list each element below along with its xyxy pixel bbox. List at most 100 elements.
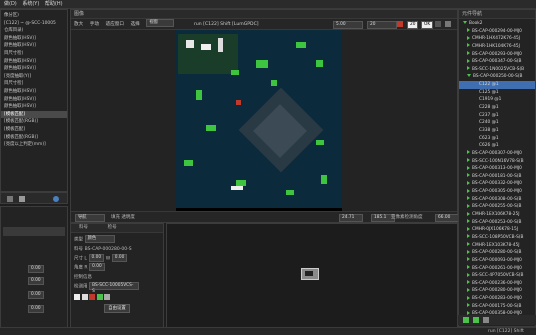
expand-arrow-icon[interactable]	[467, 188, 470, 193]
component-group[interactable]: CMHR-1EX106K78-25J	[459, 211, 535, 219]
expand-arrow-icon[interactable]	[467, 226, 470, 231]
component-group[interactable]: BS-SCC-1N0025VCB-S(B	[459, 66, 535, 74]
component-instance[interactable]: C623 @1	[459, 135, 535, 143]
left-tree-item[interactable]: 颜色抽取(HSV)]	[1, 96, 67, 104]
component-group[interactable]: CMHR-1HX472K76-45J	[459, 35, 535, 43]
component-group[interactable]: BS-CAP-000294-00-MJ0	[459, 28, 535, 36]
expand-arrow-icon[interactable]	[467, 295, 470, 300]
display-toggle-2[interactable]	[445, 21, 451, 27]
ok-icon[interactable]	[53, 196, 59, 202]
toolbar-box-2[interactable]: OK	[421, 21, 434, 29]
component-group[interactable]: BS-CAP-000255-00-S(B	[459, 203, 535, 211]
component-group[interactable]: BS-CAP-000250-00-S(B	[459, 73, 535, 81]
component-group[interactable]: BS-CAP-000175-00-S(B	[459, 303, 535, 311]
component-group[interactable]: BS-CAP-000280-00-S(B	[459, 249, 535, 257]
expand-arrow-icon[interactable]	[467, 303, 470, 308]
expand-arrow-icon[interactable]	[467, 51, 470, 56]
component-group[interactable]: CMHR-1EX103K78-45J	[459, 242, 535, 250]
component-group[interactable]: BS-CAP-000332-00-MJ0	[459, 180, 535, 188]
expand-arrow-icon[interactable]	[467, 242, 470, 247]
expand-arrow-icon[interactable]	[467, 280, 470, 285]
collapse-icon[interactable]	[473, 317, 479, 323]
component-group[interactable]: BS-CAP-000307-00-MJ0	[459, 150, 535, 158]
move-button[interactable]: 手动	[90, 20, 99, 30]
expand-arrow-icon[interactable]	[467, 203, 470, 208]
component-group[interactable]: BS-CAP-000236-00-MJ0	[459, 280, 535, 288]
left-tree-item[interactable]: 颜色抽取(HSV)]	[1, 103, 67, 111]
component-group[interactable]: BS-SCC-100N16V78-S(B	[459, 158, 535, 166]
color-icon-1[interactable]	[81, 293, 88, 300]
left-tree-item[interactable]: [模板匹配(RGB)]	[1, 134, 67, 142]
component-instance[interactable]: C228 @1	[459, 104, 535, 112]
expand-arrow-icon[interactable]	[467, 58, 470, 63]
type-select[interactable]: 颜色	[84, 235, 115, 243]
expand-arrow-icon[interactable]	[467, 28, 470, 33]
display-toggle-1[interactable]	[435, 21, 441, 27]
select-button[interactable]: 选择	[131, 20, 140, 30]
left-tree-item[interactable]: 颜色抽取(HSV)]	[1, 88, 67, 96]
param-value-b[interactable]: 0.00	[28, 277, 44, 285]
param-value-a[interactable]: 0.00	[28, 265, 44, 273]
component-group[interactable]: CMHR-1HK104K76-45J	[459, 43, 535, 51]
filter-icon[interactable]	[483, 317, 489, 323]
size-l-field[interactable]: 0.00	[88, 253, 105, 262]
view-mode-select[interactable]: 视窗	[146, 19, 175, 27]
left-tree-item[interactable]: 颜色抽取(HSV)]	[1, 35, 67, 43]
component-instance[interactable]: C125 @1	[459, 89, 535, 97]
angle-r-field[interactable]: 0.00	[89, 263, 105, 271]
expand-arrow-icon[interactable]	[467, 66, 470, 71]
expand-arrow-icon[interactable]	[467, 265, 470, 269]
component-instance[interactable]: C1919 @1	[459, 96, 535, 104]
left-tree-item[interactable]: 目尺寸检)	[1, 50, 67, 58]
expand-arrow-icon[interactable]	[467, 287, 470, 292]
tab-check[interactable]: 检号	[108, 225, 117, 230]
left-tree-item[interactable]: [模板匹配(RGB)]	[1, 118, 67, 126]
component-instance[interactable]: C240 @1	[459, 119, 535, 127]
component-group[interactable]: CMHR-0JX106K78-15J	[459, 226, 535, 234]
expand-arrow-icon[interactable]	[467, 158, 470, 163]
color-icon-2[interactable]	[96, 293, 103, 300]
component-group[interactable]: BS-CAP-000283-00-MJ0	[459, 295, 535, 303]
expand-arrow-icon[interactable]	[467, 257, 470, 262]
menu-system[interactable]: 系统(Y)	[22, 0, 39, 9]
tab-part[interactable]: 料号	[79, 225, 88, 230]
tree-root[interactable]: Book2	[459, 20, 535, 28]
size-w-field[interactable]: 0.00	[111, 253, 128, 262]
menu-edit[interactable]: 做(D)	[4, 0, 17, 9]
expand-arrow-icon[interactable]	[467, 43, 470, 48]
param-value-c[interactable]: 0.00	[28, 291, 44, 299]
fit-window-button[interactable]: 适应窗口	[106, 20, 124, 30]
copy-icon[interactable]	[19, 196, 25, 202]
component-group[interactable]: BS-SCC-4P7050VCB-S(B	[459, 272, 535, 280]
free-setting-button[interactable]: 自由设置	[104, 304, 130, 313]
component-group[interactable]: BS-CAP-000308-00-S(B	[459, 196, 535, 204]
expand-arrow-icon[interactable]	[467, 150, 470, 155]
zoom-button[interactable]: 放大	[74, 20, 83, 30]
expand-arrow-icon[interactable]	[467, 165, 470, 170]
delete-icon[interactable]	[89, 293, 96, 300]
component-instance[interactable]: C338 @1	[459, 127, 535, 135]
component-group[interactable]: BS-CAP-000261-00-MJ0	[459, 265, 535, 273]
left-tree-item[interactable]: 仓库目录)	[1, 27, 67, 35]
menu-help[interactable]: 帮助(H)	[45, 0, 63, 9]
expand-arrow-icon[interactable]	[467, 180, 470, 185]
left-tree-item[interactable]: 颜色抽取(HSV)]	[1, 65, 67, 73]
left-tree-item[interactable]: 像分区)	[1, 12, 67, 20]
expand-arrow-icon[interactable]	[467, 74, 471, 78]
left-tree-item[interactable]: [模板匹配]	[1, 126, 67, 134]
detect-select[interactable]: BS-SCC-10005VCS-S	[89, 281, 140, 294]
component-group[interactable]: BS-CAP-000305-00-MJ0	[459, 188, 535, 196]
color-icon-3[interactable]	[104, 293, 111, 300]
left-tree-item[interactable]: [亮度抽取(Y)]	[1, 73, 67, 81]
expand-icon[interactable]	[463, 317, 469, 323]
component-group[interactable]: BS-SCC-108P50VCB-S(B	[459, 234, 535, 242]
expand-arrow-icon[interactable]	[467, 196, 470, 201]
component-instance[interactable]: C237 @1	[459, 112, 535, 120]
toolbar-number-1[interactable]: 5.00	[333, 21, 363, 29]
left-tree-item[interactable]: [模板匹配]	[1, 110, 67, 119]
component-group[interactable]: BS-CAP-000347-00-S(B	[459, 58, 535, 66]
expand-arrow-icon[interactable]	[467, 272, 470, 277]
fill-transparency-checkbox[interactable]: 填充 透明度	[111, 214, 135, 220]
image-icon[interactable]	[74, 293, 80, 300]
left-tree-item[interactable]: [C122] ~ @-SCC-10005	[1, 20, 67, 28]
